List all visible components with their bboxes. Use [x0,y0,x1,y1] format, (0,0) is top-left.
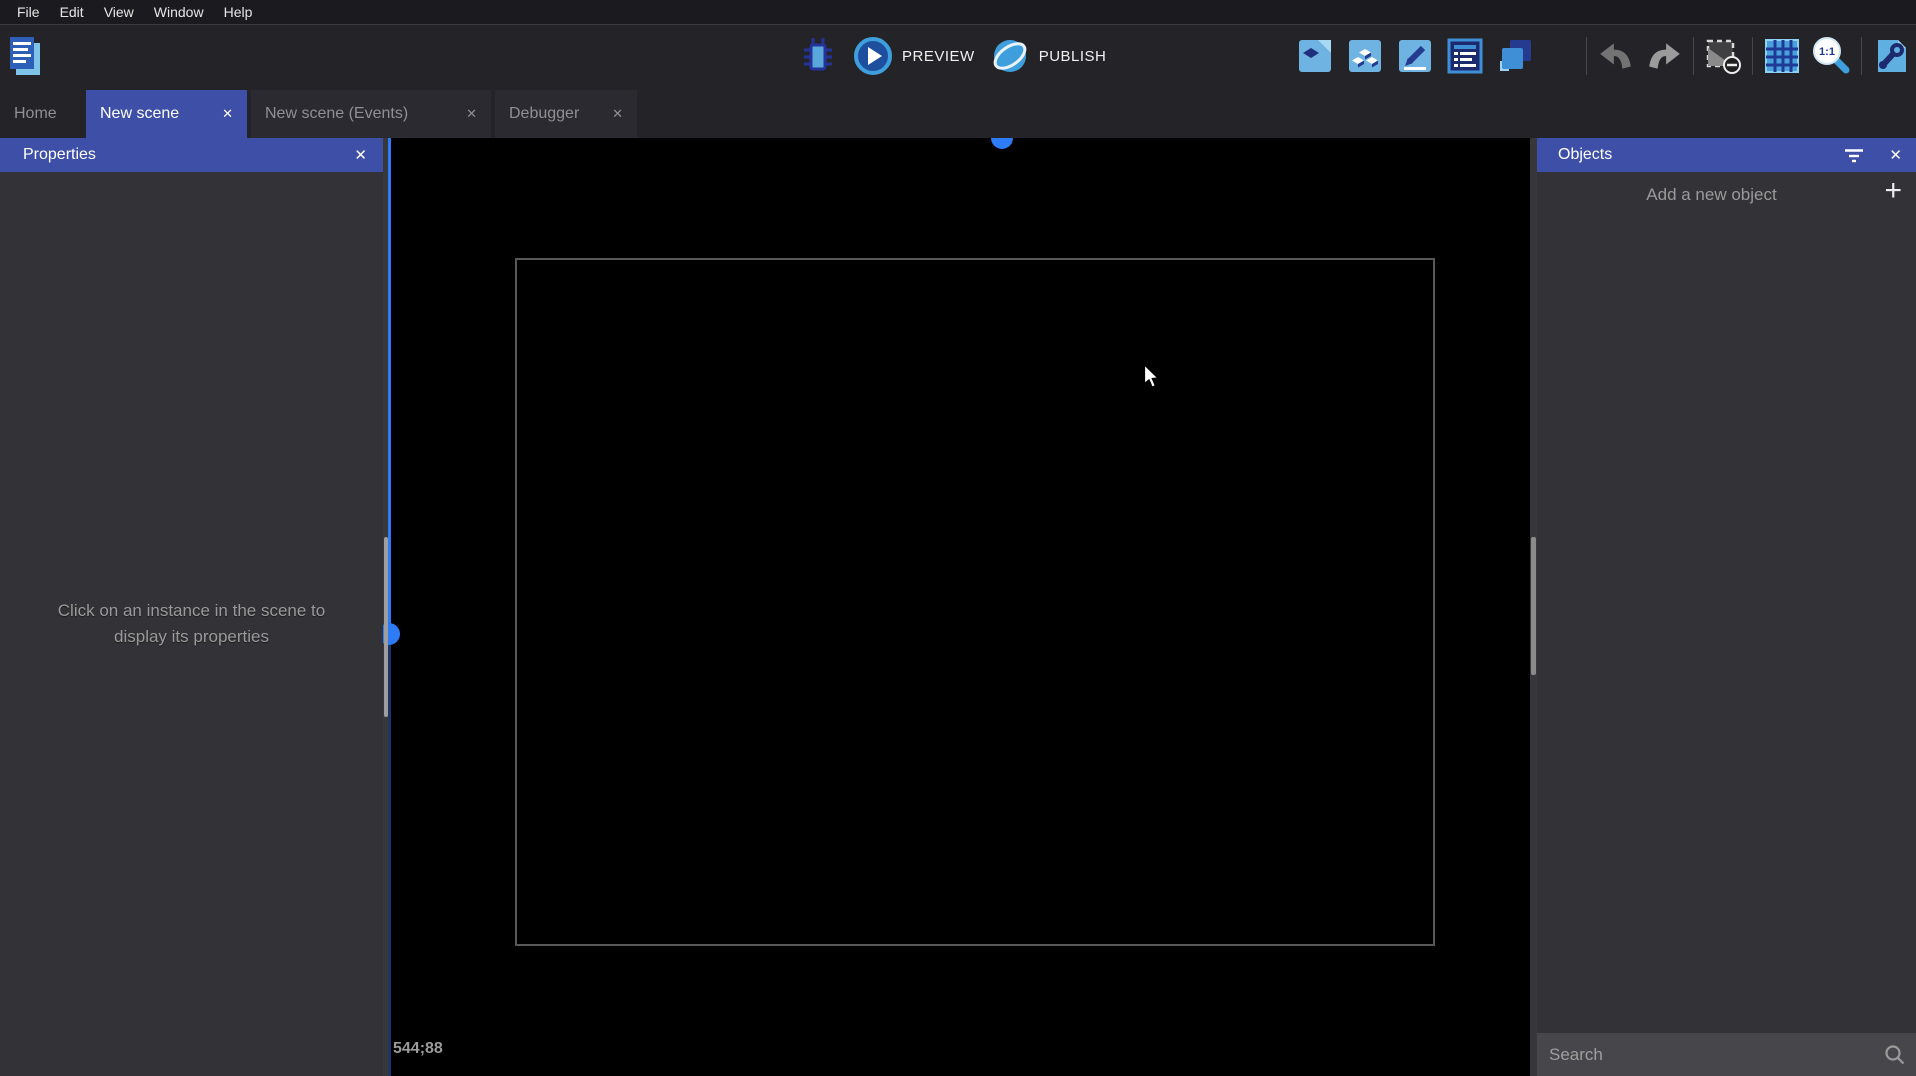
svg-text:1:1: 1:1 [1819,46,1835,58]
add-object-row[interactable]: Add a new object + [1537,172,1916,218]
zoom-one-to-one-icon: 1:1 [1811,36,1851,76]
menu-item-file[interactable]: File [7,4,50,20]
selection-left-edge [388,134,391,634]
tab-label: Debugger [509,105,579,123]
properties-close-button[interactable]: ✕ [354,146,367,164]
canvas-left-border [388,634,391,1076]
toolbar: PREVIEW PUBLISH [0,24,1916,86]
tab-close-button[interactable]: ✕ [222,106,233,122]
open-object-groups-button[interactable] [1346,37,1384,75]
filter-icon [1844,148,1864,163]
layers-icon [1496,37,1534,75]
redo-button[interactable] [1645,41,1683,71]
objects-panel-title: Objects [1558,146,1612,164]
play-icon [852,35,894,77]
objects-close-button[interactable]: ✕ [1889,146,1902,164]
game-window-frame [515,258,1435,946]
tab-bar: Home New scene ✕ New scene (Events) ✕ De… [0,86,1916,138]
open-layers-button[interactable] [1496,37,1534,75]
open-properties-button[interactable] [1396,37,1434,75]
properties-panel: Properties ✕ Click on an instance in the… [0,138,383,1076]
scene-objects-document-icon [1296,37,1334,75]
search-icon [1884,1044,1906,1066]
tab-label: New scene [100,105,179,123]
tab-label: Home [14,105,57,123]
edit-pencil-icon [1396,37,1434,75]
clear-selection-button[interactable] [1704,37,1742,75]
tab-new-scene[interactable]: New scene ✕ [86,90,247,138]
tab-label: New scene (Events) [265,105,408,123]
debug-bug-icon [798,35,838,77]
deselect-region-icon [1704,37,1742,75]
open-objects-panel-button[interactable] [1296,37,1334,75]
cursor-position-label: 544;88 [393,1040,443,1058]
objects-panel-header: Objects ✕ [1537,138,1916,172]
publish-label: PUBLISH [1039,48,1107,65]
tab-new-scene-events[interactable]: New scene (Events) ✕ [251,90,491,138]
publish-button[interactable]: PUBLISH [989,35,1107,77]
toolbar-separator [1752,37,1753,75]
undo-icon [1597,41,1635,71]
instances-list-icon [1446,37,1484,75]
tab-close-button[interactable]: ✕ [466,106,477,122]
properties-panel-header: Properties ✕ [0,138,383,172]
preview-label: PREVIEW [902,48,975,65]
mouse-cursor-icon [1143,364,1161,390]
objects-search-input[interactable] [1537,1045,1857,1065]
project-manager-icon [8,35,42,77]
menu-item-edit[interactable]: Edit [50,4,94,20]
grid-icon [1763,37,1801,75]
scene-settings-button[interactable] [1872,37,1910,75]
preview-button[interactable]: PREVIEW [852,35,975,77]
add-object-plus-button[interactable]: + [1884,174,1902,208]
publish-globe-icon [989,35,1031,77]
objects-panel: Objects ✕ Add a new object + [1537,138,1916,1076]
objects-filter-button[interactable] [1844,148,1864,163]
debug-button[interactable] [798,35,838,77]
objects-search-bar [1537,1033,1916,1076]
project-manager-button[interactable] [8,35,42,77]
object-groups-cubes-icon [1346,37,1384,75]
add-object-label: Add a new object [1646,185,1776,205]
redo-icon [1645,41,1683,71]
zoom-reset-button[interactable]: 1:1 [1811,36,1851,76]
canvas-right-scrollbar-thumb[interactable] [1531,537,1536,675]
properties-panel-title: Properties [23,146,96,164]
scene-settings-wrench-icon [1872,37,1910,75]
menu-bar: File Edit View Window Help [0,0,1916,24]
menu-item-help[interactable]: Help [214,4,263,20]
undo-button[interactable] [1597,41,1635,71]
tab-debugger[interactable]: Debugger ✕ [495,90,637,138]
tab-close-button[interactable]: ✕ [612,106,623,122]
open-instances-list-button[interactable] [1446,37,1484,75]
toolbar-separator [1693,37,1694,75]
menu-item-window[interactable]: Window [144,4,214,20]
toolbar-separator [1586,37,1587,75]
toggle-grid-button[interactable] [1763,37,1801,75]
canvas-left-scrollbar-thumb[interactable] [384,537,388,717]
properties-empty-message: Click on an instance in the scene to dis… [36,598,348,651]
tab-home[interactable]: Home [0,90,82,138]
scene-editor-canvas-area: 544;88 [383,134,1537,1076]
toolbar-separator [1861,37,1862,75]
properties-empty-state: Click on an instance in the scene to dis… [0,172,383,1076]
menu-item-view[interactable]: View [94,4,144,20]
